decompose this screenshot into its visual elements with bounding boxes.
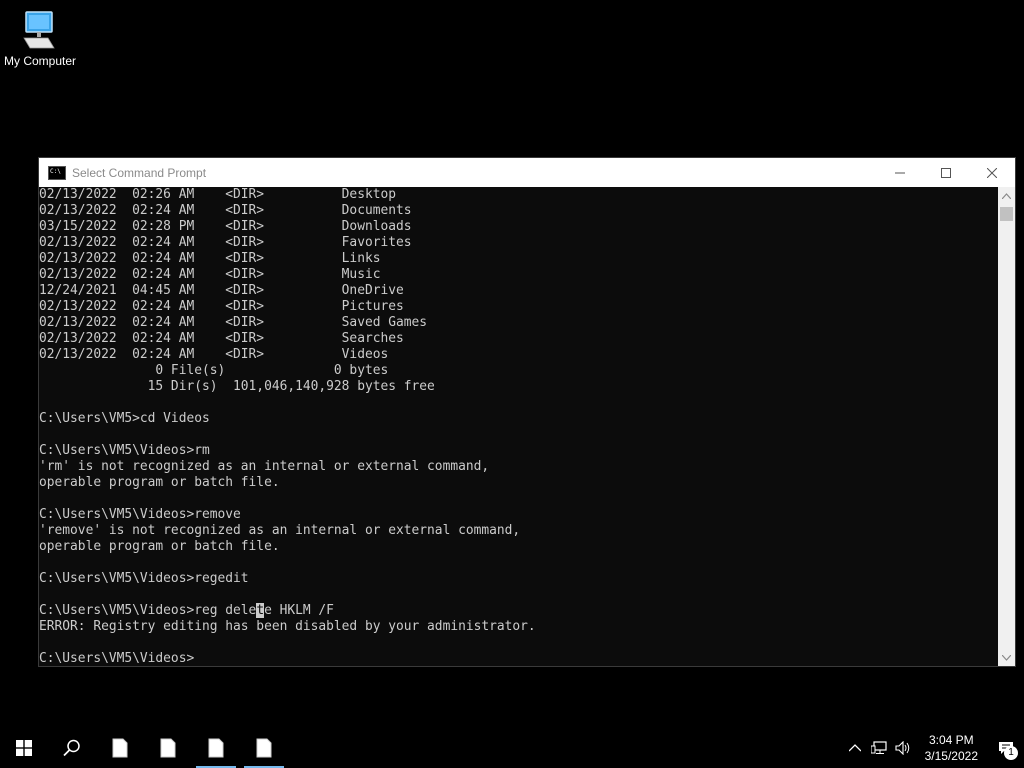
chevron-up-icon xyxy=(1002,192,1011,199)
console-line: ERROR: Registry editing has been disable… xyxy=(39,619,536,634)
system-tray: 3:04 PM 3/15/2022 1 xyxy=(843,728,1024,768)
maximize-icon xyxy=(941,167,951,178)
console-line: 02/13/2022 02:24 AM <DIR> Links xyxy=(39,251,381,266)
console-line: 'remove' is not recognized as an interna… xyxy=(39,523,521,538)
console-line: C:\Users\VM5\Videos>remove xyxy=(39,507,241,522)
search-icon xyxy=(63,739,80,757)
document-icon xyxy=(256,738,272,758)
console-line: operable program or batch file. xyxy=(39,539,280,554)
taskbar: 3:04 PM 3/15/2022 1 xyxy=(0,728,1024,768)
command-prompt-icon: C:\ xyxy=(48,165,66,180)
scroll-up-button[interactable] xyxy=(998,187,1015,204)
console-line: 02/13/2022 02:24 AM <DIR> Saved Games xyxy=(39,315,428,330)
show-hidden-icons-button[interactable] xyxy=(843,728,867,768)
console-line: C:\Users\VM5\Videos> xyxy=(39,651,195,666)
scroll-down-button[interactable] xyxy=(998,649,1015,666)
window-title: Select Command Prompt xyxy=(72,165,207,180)
maximize-button[interactable] xyxy=(923,158,969,187)
console-line: 'rm' is not recognized as an internal or… xyxy=(39,459,490,474)
taskbar-app-4[interactable] xyxy=(240,728,288,768)
desktop-icon-label: My Computer xyxy=(3,54,77,68)
taskbar-app-2[interactable] xyxy=(144,728,192,768)
console-line: 02/13/2022 02:24 AM <DIR> Music xyxy=(39,267,381,282)
console-line: 02/13/2022 02:24 AM <DIR> Favorites xyxy=(39,235,412,250)
search-button[interactable] xyxy=(48,728,96,768)
clock-date: 3/15/2022 xyxy=(924,749,978,763)
console-line: C:\Users\VM5\Videos>rm xyxy=(39,443,210,458)
console-line: 12/24/2021 04:45 AM <DIR> OneDrive xyxy=(39,283,404,298)
console-line: 02/13/2022 02:26 AM <DIR> Desktop xyxy=(39,187,396,202)
computer-monitor-icon xyxy=(23,11,55,49)
desktop-icon-my-computer[interactable]: My Computer xyxy=(2,8,78,68)
command-prompt-window[interactable]: C:\ Select Command Prompt 02/13/2022 02:… xyxy=(38,157,1016,667)
text-cursor: t xyxy=(256,603,265,618)
network-button[interactable] xyxy=(867,728,891,768)
minimize-icon xyxy=(895,172,905,173)
console-line: 02/13/2022 02:24 AM <DIR> Videos xyxy=(39,347,389,362)
close-icon xyxy=(987,167,997,178)
scrollbar-thumb[interactable] xyxy=(1000,207,1013,221)
document-icon xyxy=(208,738,224,758)
console-line: 03/15/2022 02:28 PM <DIR> Downloads xyxy=(39,219,412,234)
vertical-scrollbar[interactable] xyxy=(998,187,1015,666)
document-icon xyxy=(160,738,176,758)
taskbar-app-3[interactable] xyxy=(192,728,240,768)
volume-button[interactable] xyxy=(891,728,915,768)
console-line: 0 File(s) 0 bytes xyxy=(39,363,389,378)
console-output[interactable]: 02/13/2022 02:26 AM <DIR> Desktop 02/13/2… xyxy=(39,187,998,666)
windows-start-icon xyxy=(16,740,32,756)
document-icon xyxy=(112,738,128,758)
console-line: operable program or batch file. xyxy=(39,475,280,490)
clock-time: 3:04 PM xyxy=(928,733,974,747)
chevron-up-icon xyxy=(848,744,861,752)
action-center-button[interactable]: 1 xyxy=(988,728,1024,768)
volume-icon xyxy=(895,741,909,755)
console-line: 15 Dir(s) 101,046,140,928 bytes free xyxy=(39,379,435,394)
title-bar[interactable]: C:\ Select Command Prompt xyxy=(39,158,1015,187)
console-line: 02/13/2022 02:24 AM <DIR> Documents xyxy=(39,203,412,218)
minimize-button[interactable] xyxy=(877,158,923,187)
console-line: C:\Users\VM5\Videos>regedit xyxy=(39,571,249,586)
start-button[interactable] xyxy=(0,728,48,768)
taskbar-app-1[interactable] xyxy=(96,728,144,768)
clock-button[interactable]: 3:04 PM 3/15/2022 xyxy=(915,732,988,764)
close-button[interactable] xyxy=(969,158,1015,187)
console-line: C:\Users\VM5>cd Videos xyxy=(39,411,210,426)
console-line: C:\Users\VM5\Videos>reg delete HKLM /F xyxy=(39,603,998,619)
chevron-down-icon xyxy=(1002,654,1011,661)
console-text: e HKLM /F xyxy=(264,603,334,618)
console-line: 02/13/2022 02:24 AM <DIR> Searches xyxy=(39,331,404,346)
console-line: 02/13/2022 02:24 AM <DIR> Pictures xyxy=(39,299,404,314)
console-text: C:\Users\VM5\Videos>reg dele xyxy=(39,603,257,618)
notification-count-badge: 1 xyxy=(1004,746,1018,760)
network-icon xyxy=(870,741,887,754)
